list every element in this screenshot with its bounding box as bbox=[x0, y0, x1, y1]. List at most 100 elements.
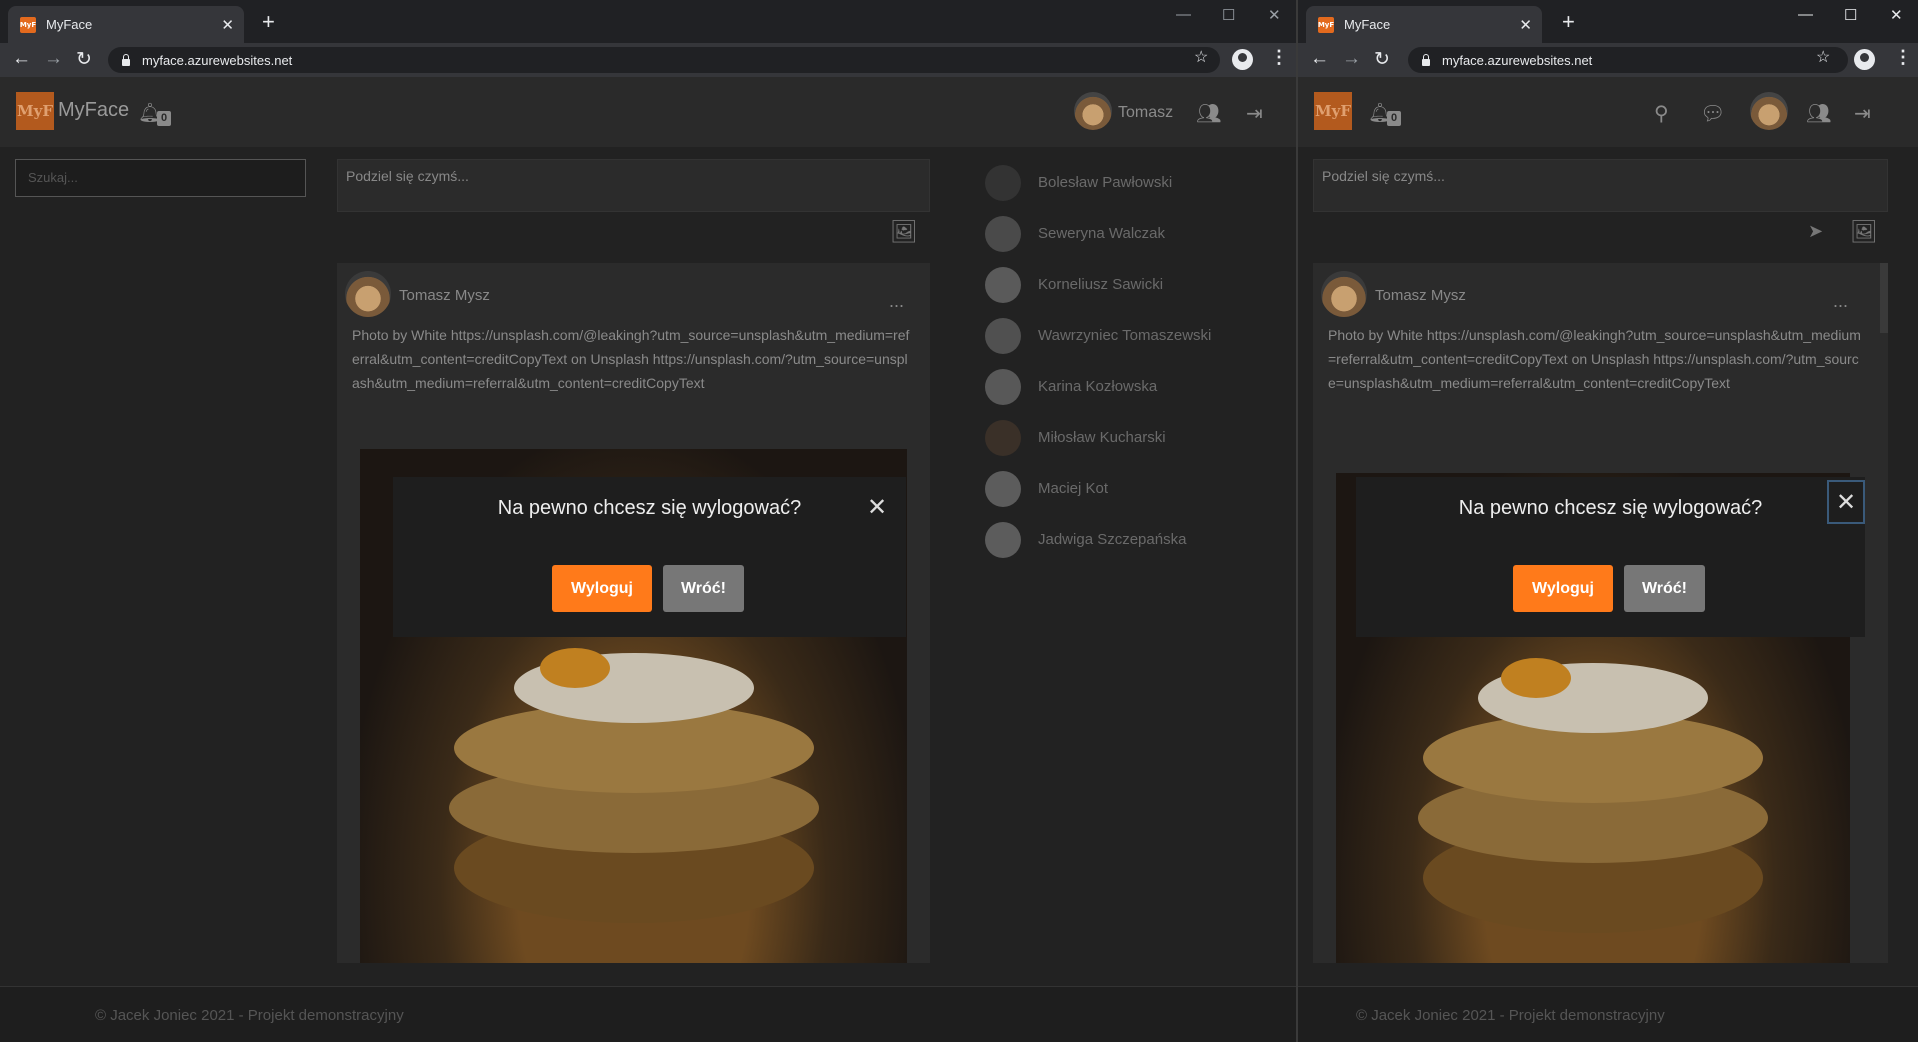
friend-name: Karina Kozłowska bbox=[1038, 378, 1158, 395]
address-bar: ← → ↻ myface.azurewebsites.net ☆ ⋮ bbox=[0, 43, 1296, 77]
brand-name[interactable]: MyFace bbox=[58, 99, 129, 122]
bookmark-star-icon[interactable]: ☆ bbox=[1194, 47, 1208, 67]
logout-icon[interactable]: ⇥ bbox=[1246, 101, 1263, 126]
back-icon[interactable]: ← bbox=[12, 48, 31, 70]
friend-name: Maciej Kot bbox=[1038, 480, 1109, 497]
address-bar: ← → ↻ myface.azurewebsites.net ☆ ⋮ bbox=[1298, 43, 1918, 77]
tab-title: MyFace bbox=[46, 17, 93, 32]
browser-window-left: MyF MyFace ✕ + — ☐ ✕ ← → ↻ myface.azurew… bbox=[0, 0, 1296, 1042]
avatar bbox=[985, 419, 1021, 456]
browser-menu-icon[interactable]: ⋮ bbox=[1894, 47, 1912, 68]
list-item[interactable]: Maciej Kot bbox=[985, 463, 1275, 514]
browser-tab[interactable]: MyF MyFace ✕ bbox=[8, 6, 244, 43]
close-icon[interactable]: ✕ bbox=[1827, 480, 1865, 524]
friend-name: Jadwiga Szczepańska bbox=[1038, 531, 1187, 548]
forward-icon[interactable]: → bbox=[44, 48, 63, 70]
send-icon[interactable]: ➤ bbox=[1808, 221, 1823, 242]
avatar bbox=[985, 521, 1021, 558]
new-tab-icon[interactable]: + bbox=[262, 9, 275, 35]
reload-icon[interactable]: ↻ bbox=[76, 48, 92, 71]
browser-tab[interactable]: MyF MyFace ✕ bbox=[1306, 6, 1542, 43]
post-text: Photo by White https://unsplash.com/@lea… bbox=[1328, 327, 1861, 391]
image-upload-icon[interactable]: 🖼︎ bbox=[890, 219, 918, 245]
app-header: MyF 🔔︎ 0 ⚲ 💬︎ 👥︎ ⇥ bbox=[1298, 77, 1918, 147]
maximize-icon[interactable]: ☐ bbox=[1222, 6, 1235, 24]
avatar[interactable] bbox=[1321, 271, 1367, 317]
logo[interactable]: MyF bbox=[16, 92, 54, 130]
back-button[interactable]: Wróć! bbox=[663, 565, 744, 612]
friend-name: Seweryna Walczak bbox=[1038, 225, 1165, 242]
chat-icon[interactable]: 💬︎ bbox=[1700, 101, 1725, 126]
avatar[interactable] bbox=[345, 271, 391, 317]
logout-icon[interactable]: ⇥ bbox=[1854, 101, 1871, 126]
app-header: MyF MyFace 🔔︎ 0 Tomasz 👥︎ ⇥ bbox=[0, 77, 1296, 147]
browser-window-right: MyF MyFace ✕ + — ☐ ✕ ← → ↻ myface.azurew… bbox=[1298, 0, 1918, 1042]
minimize-icon[interactable]: — bbox=[1176, 6, 1191, 23]
post-menu-icon[interactable]: ... bbox=[889, 291, 904, 312]
list-item[interactable]: Korneliusz Sawicki bbox=[985, 259, 1275, 310]
post-author[interactable]: Tomasz Mysz bbox=[1375, 287, 1466, 304]
close-window-icon[interactable]: ✕ bbox=[1268, 6, 1281, 24]
list-item[interactable]: Seweryna Walczak bbox=[985, 208, 1275, 259]
scrollbar[interactable] bbox=[1880, 263, 1888, 333]
yolk-shape bbox=[1501, 658, 1571, 698]
share-input[interactable]: Podziel się czymś... bbox=[1313, 159, 1888, 212]
friends-icon[interactable]: 👥︎ bbox=[1196, 101, 1221, 126]
back-button[interactable]: Wróć! bbox=[1624, 565, 1705, 612]
avatar bbox=[985, 470, 1021, 507]
modal-title: Na pewno chcesz się wylogować? bbox=[1458, 497, 1763, 519]
search-icon[interactable]: ⚲ bbox=[1654, 101, 1669, 126]
url-field[interactable]: myface.azurewebsites.net bbox=[1408, 47, 1848, 73]
logout-button[interactable]: Wyloguj bbox=[1513, 565, 1613, 612]
avatar[interactable] bbox=[1750, 92, 1788, 130]
close-icon[interactable]: ✕ bbox=[858, 487, 896, 531]
logout-modal: Na pewno chcesz się wylogować? ✕ Wyloguj… bbox=[1356, 477, 1865, 637]
title-bar: MyF MyFace ✕ + — ☐ ✕ bbox=[0, 0, 1296, 43]
list-item[interactable]: Wawrzyniec Tomaszewski bbox=[985, 310, 1275, 361]
browser-menu-icon[interactable]: ⋮ bbox=[1270, 47, 1288, 68]
post-author[interactable]: Tomasz Mysz bbox=[399, 287, 490, 304]
favicon-icon: MyF bbox=[1318, 16, 1334, 33]
logo[interactable]: MyF bbox=[1314, 92, 1352, 130]
search-input[interactable]: Szukaj... bbox=[15, 159, 306, 197]
list-item[interactable]: Bolesław Pawłowski bbox=[985, 157, 1275, 208]
minimize-icon[interactable]: — bbox=[1798, 6, 1813, 23]
list-item[interactable]: Jadwiga Szczepańska bbox=[985, 514, 1275, 565]
maximize-icon[interactable]: ☐ bbox=[1844, 6, 1857, 24]
list-item[interactable]: Miłosław Kucharski bbox=[985, 412, 1275, 463]
yolk-shape bbox=[540, 648, 610, 688]
footer: © Jacek Joniec 2021 - Projekt demonstrac… bbox=[0, 986, 1296, 1042]
friend-name: Bolesław Pawłowski bbox=[1038, 174, 1173, 191]
image-upload-icon[interactable]: 🖼︎ bbox=[1850, 219, 1878, 245]
friend-name: Wawrzyniec Tomaszewski bbox=[1038, 327, 1212, 344]
friends-list: Bolesław Pawłowski Seweryna Walczak Korn… bbox=[985, 157, 1275, 565]
logout-button[interactable]: Wyloguj bbox=[552, 565, 652, 612]
url-text: myface.azurewebsites.net bbox=[142, 52, 293, 68]
notification-badge: 0 bbox=[1387, 111, 1401, 126]
profile-icon[interactable] bbox=[1232, 49, 1253, 70]
lock-icon bbox=[122, 53, 130, 66]
new-tab-icon[interactable]: + bbox=[1562, 9, 1575, 35]
modal-title: Na pewno chcesz się wylogować? bbox=[497, 497, 802, 519]
url-field[interactable]: myface.azurewebsites.net bbox=[108, 47, 1220, 73]
user-name[interactable]: Tomasz bbox=[1118, 104, 1173, 122]
profile-icon[interactable] bbox=[1854, 49, 1875, 70]
list-item[interactable]: Karina Kozłowska bbox=[985, 361, 1275, 412]
avatar[interactable] bbox=[1074, 92, 1112, 130]
close-tab-icon[interactable]: ✕ bbox=[221, 16, 234, 34]
footer-text: © Jacek Joniec 2021 - Projekt demonstrac… bbox=[95, 1007, 404, 1024]
friends-icon[interactable]: 👥︎ bbox=[1806, 101, 1831, 126]
avatar bbox=[985, 368, 1021, 405]
close-tab-icon[interactable]: ✕ bbox=[1519, 16, 1532, 34]
bookmark-star-icon[interactable]: ☆ bbox=[1816, 47, 1830, 67]
avatar bbox=[985, 317, 1021, 354]
close-window-icon[interactable]: ✕ bbox=[1890, 6, 1903, 24]
share-input[interactable]: Podziel się czymś... bbox=[337, 159, 930, 212]
avatar bbox=[985, 266, 1021, 303]
favicon-icon: MyF bbox=[20, 16, 36, 33]
back-icon[interactable]: ← bbox=[1310, 48, 1329, 70]
post-menu-icon[interactable]: ... bbox=[1833, 291, 1848, 312]
forward-icon[interactable]: → bbox=[1342, 48, 1361, 70]
logout-modal: Na pewno chcesz się wylogować? ✕ Wyloguj… bbox=[393, 477, 906, 637]
reload-icon[interactable]: ↻ bbox=[1374, 48, 1390, 71]
